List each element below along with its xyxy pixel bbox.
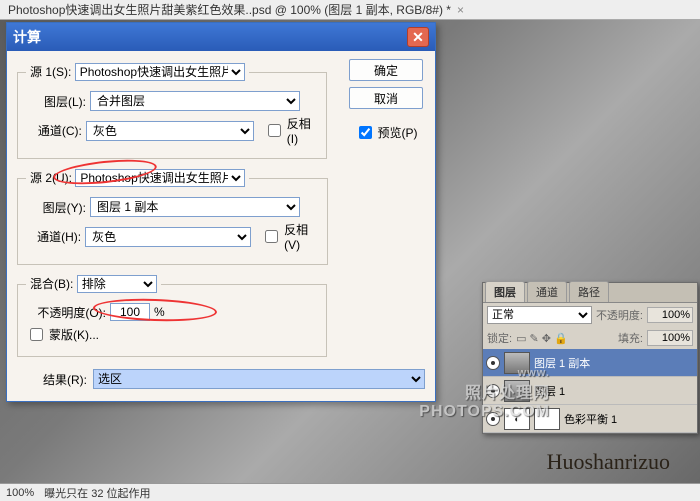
watermark-www: www.: [419, 367, 550, 379]
tab-channels[interactable]: 通道: [527, 281, 567, 302]
signature: Huoshanrizuo: [547, 449, 670, 475]
ok-button[interactable]: 确定: [349, 59, 423, 81]
source2-file-combo[interactable]: Photoshop快速调出女生照片...: [75, 169, 245, 187]
watermark-url: PHOTOPS.COM: [419, 403, 550, 420]
document-close-x[interactable]: ×: [457, 3, 464, 17]
opacity2-input[interactable]: [647, 307, 693, 323]
watermark-site: 照片处理网: [465, 385, 550, 402]
status-bar: 100% 曝光只在 32 位起作用: [0, 483, 700, 501]
source1-channel-combo[interactable]: 灰色: [86, 121, 254, 141]
source2-channel-combo[interactable]: 灰色: [85, 227, 251, 247]
result-combo[interactable]: 选区: [93, 369, 425, 389]
source1-legend: 源 1(S): Photoshop快速调出女生照片...: [26, 63, 249, 81]
mask-check[interactable]: 蒙版(K)...: [26, 325, 99, 344]
source2-channel-label: 通道(H):: [26, 228, 81, 245]
blending-label: 混合(B):: [30, 277, 73, 291]
source2-group: 源 2(U): Photoshop快速调出女生照片... 图层(Y): 图层 1…: [17, 169, 328, 265]
dialog-title: 计算: [13, 27, 41, 47]
opacity-unit: %: [154, 305, 165, 319]
watermark: www. 照片处理网 PHOTOPS.COM: [419, 367, 550, 421]
result-label: 结果(R):: [17, 371, 87, 388]
source2-legend-text: 源 2(U):: [30, 171, 72, 185]
source1-file-combo[interactable]: Photoshop快速调出女生照片...: [75, 63, 245, 81]
panel-tabs: 图层 通道 路径: [483, 283, 697, 303]
fill-label: 填充:: [618, 330, 643, 346]
source2-layer-combo[interactable]: 图层 1 副本: [90, 197, 300, 217]
source1-layer-label: 图层(L):: [26, 93, 86, 110]
opacity-label: 不透明度(O):: [26, 304, 106, 321]
blending-legend: 混合(B): 排除: [26, 275, 161, 293]
preview-checkbox-input[interactable]: [359, 126, 372, 139]
zoom-indicator[interactable]: 100%: [6, 487, 34, 499]
blend-mode-combo[interactable]: 正常: [487, 306, 592, 324]
source1-invert-label: 反相(I): [287, 115, 318, 146]
blending-mode-combo[interactable]: 排除: [77, 275, 157, 293]
source2-layer-label: 图层(Y):: [26, 199, 86, 216]
opacity-input[interactable]: [110, 303, 150, 321]
dialog-close-button[interactable]: ✕: [407, 27, 429, 47]
source1-layer-combo[interactable]: 合并图层: [90, 91, 300, 111]
opacity-label2: 不透明度:: [596, 307, 643, 323]
source2-invert-label: 反相(V): [284, 221, 319, 252]
status-hint: 曝光只在 32 位起作用: [44, 485, 150, 501]
cancel-button[interactable]: 取消: [349, 87, 423, 109]
layer-name[interactable]: 色彩平衡 1: [564, 411, 694, 427]
lock-label: 锁定:: [487, 330, 512, 346]
lock-icons[interactable]: ▭ ✎ ✥ 🔒: [516, 332, 614, 345]
tab-paths[interactable]: 路径: [569, 281, 609, 302]
layer-name[interactable]: 图层 1 副本: [534, 355, 694, 371]
preview-checkbox[interactable]: 预览(P): [355, 123, 418, 142]
fill-input[interactable]: [647, 330, 693, 346]
dialog-titlebar[interactable]: 计算 ✕: [7, 23, 435, 51]
source1-channel-label: 通道(C):: [26, 122, 82, 139]
document-tab[interactable]: Photoshop快速调出女生照片甜美紫红色效果..psd @ 100% (图层…: [0, 0, 700, 20]
source2-legend: 源 2(U): Photoshop快速调出女生照片...: [26, 169, 249, 187]
mask-label: 蒙版(K)...: [49, 326, 99, 343]
mask-input[interactable]: [30, 328, 43, 341]
document-title: Photoshop快速调出女生照片甜美紫红色效果..psd @ 100% (图层…: [8, 1, 451, 18]
source2-invert-check[interactable]: 反相(V): [261, 221, 319, 252]
blending-group: 混合(B): 排除 不透明度(O): % 蒙版(K)...: [17, 275, 327, 357]
source2-invert-input[interactable]: [265, 230, 278, 243]
source1-group: 源 1(S): Photoshop快速调出女生照片... 图层(L): 合并图层…: [17, 63, 327, 159]
preview-label: 预览(P): [378, 124, 418, 141]
source1-invert-check[interactable]: 反相(I): [264, 115, 318, 146]
layer-name[interactable]: 图层 1: [534, 383, 694, 399]
source1-invert-input[interactable]: [268, 124, 281, 137]
tab-layers[interactable]: 图层: [485, 281, 525, 302]
source1-legend-text: 源 1(S):: [30, 65, 71, 79]
calculations-dialog: 计算 ✕ 确定 取消 预览(P) 源 1(S): Photoshop快速调出女生…: [6, 22, 436, 402]
